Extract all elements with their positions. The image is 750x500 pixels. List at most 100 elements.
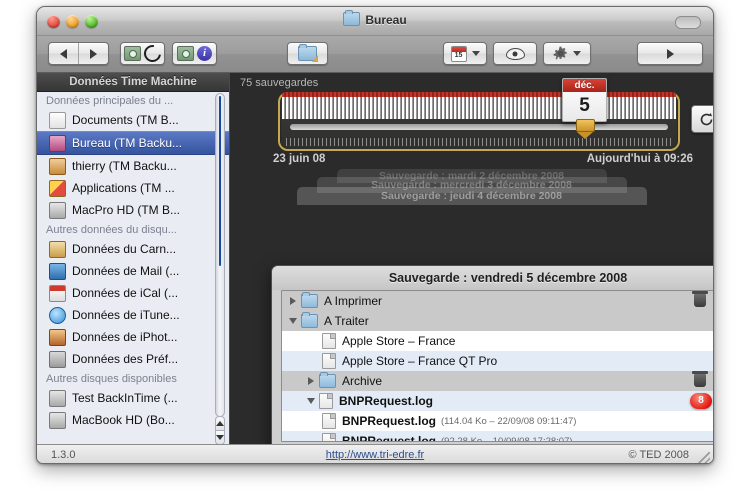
row-name: A Traiter [324,314,369,328]
sidebar-scrollbar[interactable] [213,93,227,445]
sidebar-item-label: Données de iTune... [72,308,180,322]
sidebar-item-label: Applications (TM ... [72,181,175,195]
table-row[interactable]: BNPRequest.log (114.04 Ko – 22/09/08 09:… [282,411,713,431]
table-row[interactable]: Archive [282,371,713,391]
arrow-up-icon [216,421,224,426]
sidebar-item-macbook-hd[interactable]: MacBook HD (Bo... [37,409,229,431]
timeline-end-date: Aujourd'hui à 09:26 [586,153,693,165]
folder-icon [319,372,336,388]
disclosure-closed-icon[interactable] [290,297,296,305]
navigation-segmented-control [48,42,109,65]
sidebar-item-label: Données de iCal (... [72,286,179,300]
slider-handle-body [576,119,595,132]
status-badge: 8 [690,393,712,409]
preferences-icon [49,350,66,368]
gear-icon [553,46,568,61]
resize-grip[interactable] [697,452,710,463]
timeline-ticks [286,138,672,146]
restore-arrow-icon [140,41,165,66]
table-row[interactable]: A Imprimer [282,291,713,311]
scrollbar-thumb[interactable] [219,96,221,266]
app-window: Bureau i 15 Données Time Machine Données… [36,6,714,464]
addressbook-icon [49,240,66,258]
sidebar-item-itunes[interactable]: Données de iTune... [37,304,229,326]
scroll-down-button[interactable] [215,430,225,445]
table-row[interactable]: BNPRequest.log (92.28 Ko – 10/09/08 17:2… [282,431,713,441]
info-button[interactable]: i [172,42,217,65]
sidebar-item-macpro-hd[interactable]: MacPro HD (TM B... [37,199,229,221]
date-menu-button[interactable]: 15 [443,42,487,65]
sidebar-item-documents[interactable]: Documents (TM B... [37,109,229,131]
preview-button[interactable] [493,42,537,65]
scrollbar-track[interactable] [215,93,225,417]
back-button[interactable] [49,43,79,64]
file-icon [322,413,336,429]
trash-icon[interactable] [692,291,708,307]
harddisk-icon [49,389,66,407]
scroll-up-button[interactable] [215,416,225,431]
folder-icon [301,312,318,328]
slider-handle[interactable] [576,119,595,139]
new-folder-icon [298,44,318,62]
table-row[interactable]: BNPRequest.log 8 [282,391,713,411]
disclosure-open-icon[interactable] [289,318,297,324]
sidebar-item-test-backintime[interactable]: Test BackInTime (... [37,387,229,409]
disk-icon [124,46,141,61]
slider-handle-point [576,132,593,139]
file-tree: A Imprimer A Traiter Apple Store – Franc… [282,291,713,441]
sidebar-item-label: thierry (TM Backu... [72,159,177,173]
table-row[interactable]: Apple Store – France [282,331,713,351]
calendar-month-label: déc. [563,79,606,92]
itunes-icon [49,306,66,324]
calendar-fan-pages [282,97,676,119]
settings-menu-button[interactable] [543,42,591,65]
sidebar-item-bureau[interactable]: Bureau (TM Backu... [37,131,229,155]
website-link[interactable]: http://www.tri-edre.fr [37,449,713,461]
row-name: BNPRequest.log [342,414,437,428]
sidebar-item-label: Documents (TM B... [72,113,179,127]
disk-icon [177,46,194,61]
sidebar-item-ical[interactable]: Données de iCal (... [37,282,229,304]
sidebar-item-iphoto[interactable]: Données de iPhot... [37,326,229,348]
table-row[interactable]: A Traiter [282,311,713,331]
sidebar-item-label: Données du Carn... [72,242,177,256]
sidebar-group-label: Données principales du ... [46,95,174,107]
disclosure-open-icon[interactable] [307,398,315,404]
row-name: A Imprimer [324,294,383,308]
triangle-right-icon [90,48,97,59]
desktop-icon [49,134,66,152]
sidebar-item-carnet[interactable]: Données du Carn... [37,238,229,260]
chevron-down-icon [471,51,480,56]
toolbar: i 15 [37,36,713,73]
calendar-icon: 15 [450,45,467,62]
content-area: Données Time Machine Données principales… [37,73,713,463]
forward-button[interactable] [79,43,108,64]
trash-icon[interactable] [692,371,708,387]
file-icon [322,433,336,441]
sidebar-item-mail[interactable]: Données de Mail (... [37,260,229,282]
play-button[interactable] [637,42,703,65]
background-window-3[interactable]: Sauvegarde : jeudi 4 décembre 2008 [296,187,647,205]
mail-icon [49,262,66,280]
refresh-button[interactable] [691,105,713,133]
file-tree-container: A Imprimer A Traiter Apple Store – Franc… [281,290,713,442]
harddisk-icon [49,201,66,219]
sidebar-item-preferences[interactable]: Données des Préf... [37,348,229,370]
timeline-start-date: 23 juin 08 [273,153,326,165]
sidebar-header: Données Time Machine [37,73,229,92]
slider-track[interactable] [290,124,668,130]
toolbar-toggle-button[interactable] [675,16,701,29]
restore-button[interactable] [120,41,165,66]
applications-icon [49,179,66,197]
sidebar-item-thierry[interactable]: thierry (TM Backu... [37,155,229,177]
sidebar-item-label: Données de Mail (... [72,264,180,278]
sidebar-item-applications[interactable]: Applications (TM ... [37,177,229,199]
file-icon [319,393,333,409]
table-row[interactable]: Apple Store – France QT Pro [282,351,713,371]
disclosure-closed-icon[interactable] [308,377,314,385]
new-folder-button[interactable] [287,42,328,65]
calendar-current-page: déc. 5 [562,78,607,122]
timeline-slider[interactable]: déc. 5 [278,78,680,151]
folder-icon [301,292,318,308]
sidebar-group-label: Autres données du disqu... [46,224,177,236]
